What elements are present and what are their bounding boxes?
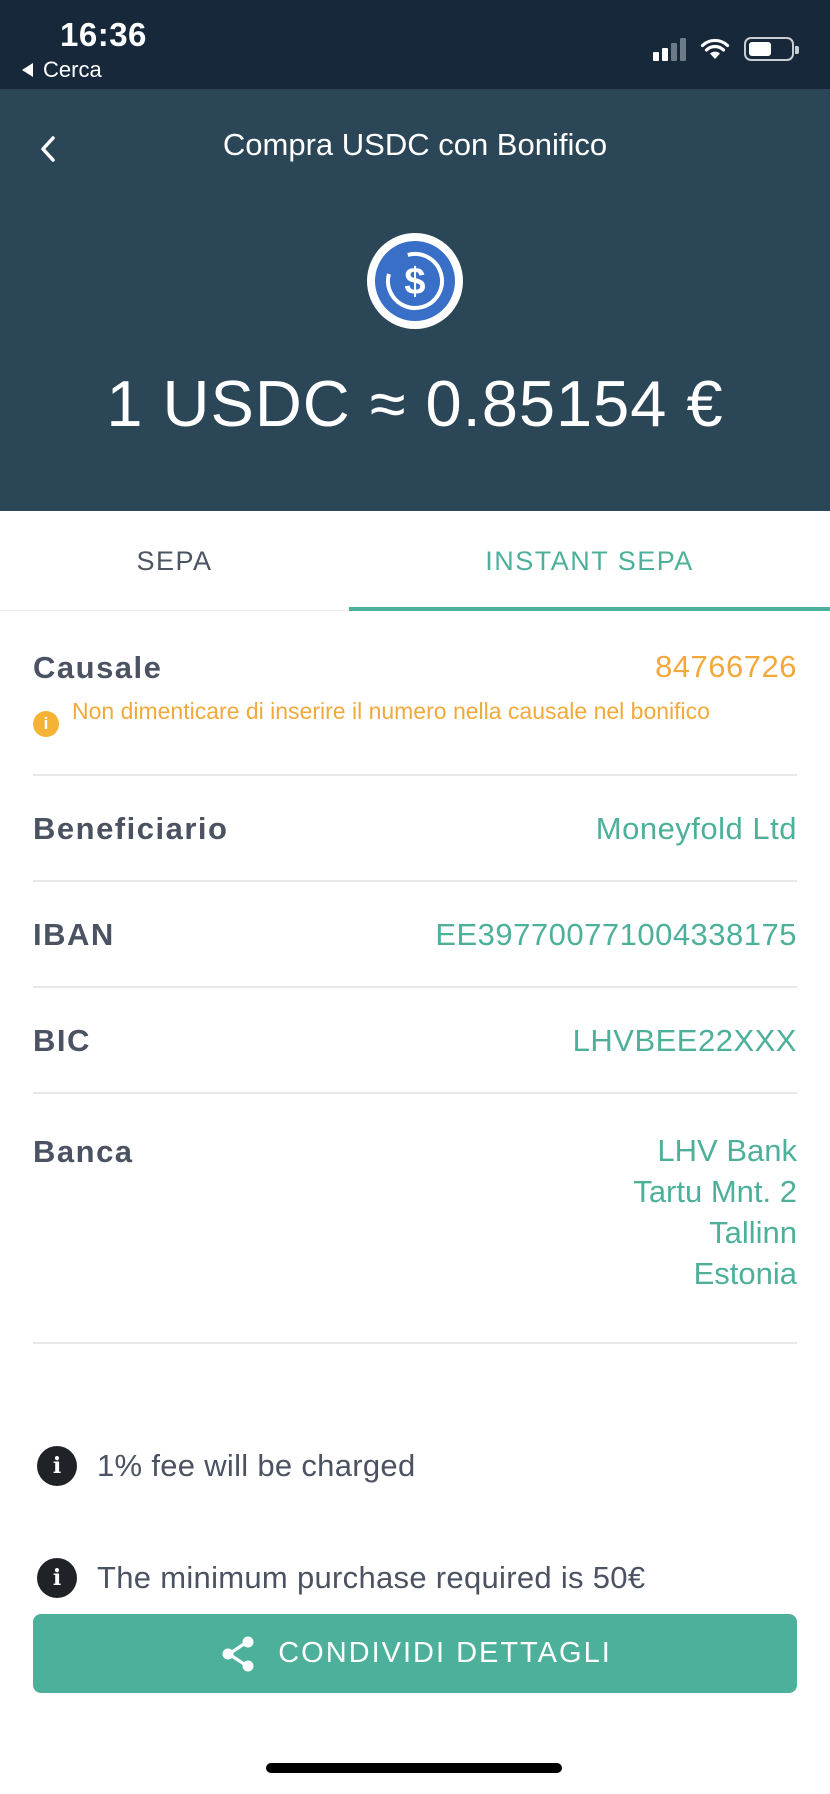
beneficiario-value[interactable]: Moneyfold Ltd [596, 811, 797, 847]
row-banca: Banca LHV Bank Tartu Mnt. 2 Tallinn Esto… [33, 1094, 797, 1344]
banca-value[interactable]: LHV Bank Tartu Mnt. 2 Tallinn Estonia [633, 1133, 797, 1298]
iban-value[interactable]: EE397700771004338175 [435, 917, 797, 953]
banca-label: Banca [33, 1134, 134, 1169]
iban-label: IBAN [33, 917, 115, 952]
warning-info-icon: i [33, 711, 59, 737]
status-time: 16:36 [60, 16, 147, 53]
share-icon [222, 1636, 254, 1671]
svg-text:$: $ [404, 261, 425, 303]
signal-icon [653, 37, 686, 61]
page-title: Compra USDC con Bonifico [222, 127, 608, 162]
battery-icon [744, 37, 799, 61]
usdc-coin-icon: $ [367, 233, 463, 329]
causale-value[interactable]: 84766726 [655, 649, 797, 685]
back-triangle-icon [22, 63, 33, 77]
info-icon: i [37, 1558, 77, 1598]
info-icon: i [37, 1446, 77, 1486]
transfer-details: Causale 84766726 i Non dimenticare di in… [33, 611, 797, 1344]
fee-notice: i 1% fee will be charged [37, 1446, 416, 1486]
causale-warning: i Non dimenticare di inserire il numero … [33, 695, 797, 737]
minimum-purchase-text: The minimum purchase required is 50€ [97, 1560, 646, 1595]
row-beneficiario: Beneficiario Moneyfold Ltd [33, 776, 797, 882]
row-bic: BIC LHVBEE22XXX [33, 988, 797, 1094]
status-back-link[interactable]: Cerca [22, 57, 102, 83]
tab-bar: SEPA INSTANT SEPA [0, 511, 830, 611]
status-icons [653, 37, 799, 61]
minimum-purchase-notice: i The minimum purchase required is 50€ [37, 1558, 645, 1598]
bank-country: Estonia [693, 1256, 797, 1291]
row-iban: IBAN EE397700771004338175 [33, 882, 797, 988]
tab-sepa[interactable]: SEPA [0, 511, 349, 611]
header: Compra USDC con Bonifico $ 1 USDC ≈ 0.85… [0, 89, 830, 511]
status-back-label: Cerca [43, 57, 102, 82]
row-causale: Causale 84766726 i Non dimenticare di in… [33, 611, 797, 776]
share-button-label: CONDIVIDI DETTAGLI [278, 1637, 612, 1669]
status-bar: 16:36 Cerca [0, 0, 830, 89]
bic-label: BIC [33, 1023, 91, 1058]
share-details-button[interactable]: CONDIVIDI DETTAGLI [33, 1614, 797, 1693]
causale-label: Causale [33, 650, 163, 685]
beneficiario-label: Beneficiario [33, 811, 229, 846]
exchange-rate: 1 USDC ≈ 0.85154 € [106, 367, 724, 440]
causale-warning-text: Non dimenticare di inserire il numero ne… [72, 698, 710, 724]
wifi-icon [700, 38, 730, 59]
tab-instant-sepa[interactable]: INSTANT SEPA [349, 511, 830, 611]
home-indicator[interactable] [266, 1763, 562, 1773]
bic-value[interactable]: LHVBEE22XXX [573, 1023, 797, 1059]
fee-notice-text: 1% fee will be charged [97, 1448, 416, 1483]
